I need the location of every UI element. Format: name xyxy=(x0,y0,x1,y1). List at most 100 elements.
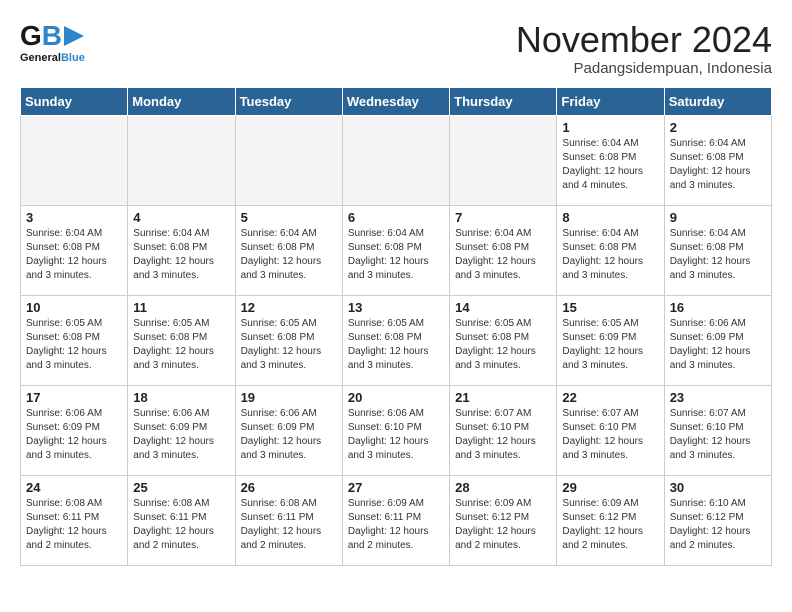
calendar-cell: 15 Sunrise: 6:05 AMSunset: 6:09 PMDayligh… xyxy=(557,295,664,385)
calendar-cell: 17 Sunrise: 6:06 AMSunset: 6:09 PMDayligh… xyxy=(21,385,128,475)
day-number: 1 xyxy=(562,120,658,135)
day-info: Sunrise: 6:07 AMSunset: 6:10 PMDaylight:… xyxy=(562,407,658,463)
calendar-cell: 26 Sunrise: 6:08 AMSunset: 6:11 PMDayligh… xyxy=(235,475,342,565)
calendar-cell xyxy=(128,115,235,205)
day-info: Sunrise: 6:06 AMSunset: 6:09 PMDaylight:… xyxy=(241,407,337,463)
week-row-1: 1 Sunrise: 6:04 AMSunset: 6:08 PMDaylight… xyxy=(21,115,772,205)
calendar-cell: 29Sunrise: 6:09 AMSunset: 6:12 PMDayligh… xyxy=(557,475,664,565)
weekday-header-saturday: Saturday xyxy=(664,87,771,115)
day-info: Sunrise: 6:05 AMSunset: 6:09 PMDaylight:… xyxy=(562,317,658,373)
day-info: Sunrise: 6:09 AMSunset: 6:11 PMDaylight:… xyxy=(348,497,444,553)
day-info: Sunrise: 6:04 AMSunset: 6:08 PMDaylight:… xyxy=(670,227,766,283)
title-area: November 2024 Padangsidempuan, Indonesia xyxy=(516,20,772,77)
day-number: 23 xyxy=(670,390,766,405)
calendar-cell: 21 Sunrise: 6:07 AMSunset: 6:10 PMDayligh… xyxy=(450,385,557,475)
calendar-cell: 6 Sunrise: 6:04 AMSunset: 6:08 PMDaylight… xyxy=(342,205,449,295)
weekday-header-monday: Monday xyxy=(128,87,235,115)
day-number: 20 xyxy=(348,390,444,405)
weekday-header-row: SundayMondayTuesdayWednesdayThursdayFrid… xyxy=(21,87,772,115)
calendar-cell: 14 Sunrise: 6:05 AMSunset: 6:08 PMDayligh… xyxy=(450,295,557,385)
day-info: Sunrise: 6:04 AMSunset: 6:08 PMDaylight:… xyxy=(26,227,122,283)
logo-b: B xyxy=(42,20,62,52)
calendar-cell: 5Sunrise: 6:04 AMSunset: 6:08 PMDaylight… xyxy=(235,205,342,295)
day-info: Sunrise: 6:07 AMSunset: 6:10 PMDaylight:… xyxy=(670,407,766,463)
day-info: Sunrise: 6:06 AMSunset: 6:10 PMDaylight:… xyxy=(348,407,444,463)
day-info: Sunrise: 6:08 AMSunset: 6:11 PMDaylight:… xyxy=(133,497,229,553)
calendar-table: SundayMondayTuesdayWednesdayThursdayFrid… xyxy=(20,87,772,566)
day-info: Sunrise: 6:04 AMSunset: 6:08 PMDaylight:… xyxy=(670,137,766,193)
day-number: 21 xyxy=(455,390,551,405)
calendar-cell: 13Sunrise: 6:05 AMSunset: 6:08 PMDayligh… xyxy=(342,295,449,385)
day-number: 4 xyxy=(133,210,229,225)
day-info: Sunrise: 6:06 AMSunset: 6:09 PMDaylight:… xyxy=(26,407,122,463)
logo-g: G xyxy=(20,20,42,52)
calendar-cell xyxy=(342,115,449,205)
day-number: 9 xyxy=(670,210,766,225)
calendar-cell: 23 Sunrise: 6:07 AMSunset: 6:10 PMDayligh… xyxy=(664,385,771,475)
day-info: Sunrise: 6:05 AMSunset: 6:08 PMDaylight:… xyxy=(241,317,337,373)
day-number: 6 xyxy=(348,210,444,225)
day-info: Sunrise: 6:04 AMSunset: 6:08 PMDaylight:… xyxy=(455,227,551,283)
day-number: 22 xyxy=(562,390,658,405)
calendar-cell: 8Sunrise: 6:04 AMSunset: 6:08 PMDaylight… xyxy=(557,205,664,295)
calendar-cell: 1Sunrise: 6:04 AMSunset: 6:08 PMDaylight… xyxy=(557,115,664,205)
weekday-header-sunday: Sunday xyxy=(21,87,128,115)
calendar-cell: 16Sunrise: 6:06 AMSunset: 6:09 PMDayligh… xyxy=(664,295,771,385)
day-info: Sunrise: 6:04 AMSunset: 6:08 PMDaylight:… xyxy=(348,227,444,283)
calendar-cell: 22 Sunrise: 6:07 AMSunset: 6:10 PMDayligh… xyxy=(557,385,664,475)
day-number: 12 xyxy=(241,300,337,315)
day-info: Sunrise: 6:09 AMSunset: 6:12 PMDaylight:… xyxy=(455,497,551,553)
calendar-cell: 30Sunrise: 6:10 AMSunset: 6:12 PMDayligh… xyxy=(664,475,771,565)
week-row-4: 17 Sunrise: 6:06 AMSunset: 6:09 PMDayligh… xyxy=(21,385,772,475)
day-info: Sunrise: 6:05 AMSunset: 6:08 PMDaylight:… xyxy=(455,317,551,373)
calendar-cell: 25 Sunrise: 6:08 AMSunset: 6:11 PMDayligh… xyxy=(128,475,235,565)
weekday-header-thursday: Thursday xyxy=(450,87,557,115)
calendar-cell: 27Sunrise: 6:09 AMSunset: 6:11 PMDayligh… xyxy=(342,475,449,565)
calendar-cell: 28 Sunrise: 6:09 AMSunset: 6:12 PMDayligh… xyxy=(450,475,557,565)
day-number: 29 xyxy=(562,480,658,495)
calendar-cell: 20 Sunrise: 6:06 AMSunset: 6:10 PMDayligh… xyxy=(342,385,449,475)
calendar-cell: 18Sunrise: 6:06 AMSunset: 6:09 PMDayligh… xyxy=(128,385,235,475)
logo: G B General Blue xyxy=(20,20,85,64)
day-info: Sunrise: 6:05 AMSunset: 6:08 PMDaylight:… xyxy=(26,317,122,373)
page-header: G B General Blue November 2024 Padangsid… xyxy=(20,20,772,77)
day-number: 19 xyxy=(241,390,337,405)
day-number: 18 xyxy=(133,390,229,405)
day-info: Sunrise: 6:07 AMSunset: 6:10 PMDaylight:… xyxy=(455,407,551,463)
calendar-cell: 10 Sunrise: 6:05 AMSunset: 6:08 PMDayligh… xyxy=(21,295,128,385)
calendar-cell xyxy=(21,115,128,205)
week-row-3: 10 Sunrise: 6:05 AMSunset: 6:08 PMDayligh… xyxy=(21,295,772,385)
day-number: 3 xyxy=(26,210,122,225)
calendar-cell: 12 Sunrise: 6:05 AMSunset: 6:08 PMDayligh… xyxy=(235,295,342,385)
day-info: Sunrise: 6:06 AMSunset: 6:09 PMDaylight:… xyxy=(670,317,766,373)
day-number: 28 xyxy=(455,480,551,495)
day-number: 11 xyxy=(133,300,229,315)
day-number: 25 xyxy=(133,480,229,495)
logo-blue-text: Blue xyxy=(61,52,85,64)
day-number: 15 xyxy=(562,300,658,315)
weekday-header-tuesday: Tuesday xyxy=(235,87,342,115)
day-info: Sunrise: 6:04 AMSunset: 6:08 PMDaylight:… xyxy=(133,227,229,283)
day-info: Sunrise: 6:08 AMSunset: 6:11 PMDaylight:… xyxy=(241,497,337,553)
day-number: 10 xyxy=(26,300,122,315)
day-info: Sunrise: 6:04 AMSunset: 6:08 PMDaylight:… xyxy=(562,227,658,283)
calendar-cell: 11 Sunrise: 6:05 AMSunset: 6:08 PMDayligh… xyxy=(128,295,235,385)
day-number: 26 xyxy=(241,480,337,495)
day-number: 7 xyxy=(455,210,551,225)
calendar-cell: 7 Sunrise: 6:04 AMSunset: 6:08 PMDaylight… xyxy=(450,205,557,295)
weekday-header-friday: Friday xyxy=(557,87,664,115)
day-number: 5 xyxy=(241,210,337,225)
day-number: 14 xyxy=(455,300,551,315)
day-number: 17 xyxy=(26,390,122,405)
calendar-cell: 24Sunrise: 6:08 AMSunset: 6:11 PMDayligh… xyxy=(21,475,128,565)
calendar-cell: 19 Sunrise: 6:06 AMSunset: 6:09 PMDayligh… xyxy=(235,385,342,475)
calendar-cell xyxy=(235,115,342,205)
calendar-cell xyxy=(450,115,557,205)
week-row-2: 3 Sunrise: 6:04 AMSunset: 6:08 PMDaylight… xyxy=(21,205,772,295)
logo-triangle-icon xyxy=(64,26,84,46)
day-info: Sunrise: 6:10 AMSunset: 6:12 PMDaylight:… xyxy=(670,497,766,553)
day-info: Sunrise: 6:05 AMSunset: 6:08 PMDaylight:… xyxy=(133,317,229,373)
weekday-header-wednesday: Wednesday xyxy=(342,87,449,115)
logo-general-text: General xyxy=(20,52,61,64)
month-title: November 2024 xyxy=(516,20,772,60)
